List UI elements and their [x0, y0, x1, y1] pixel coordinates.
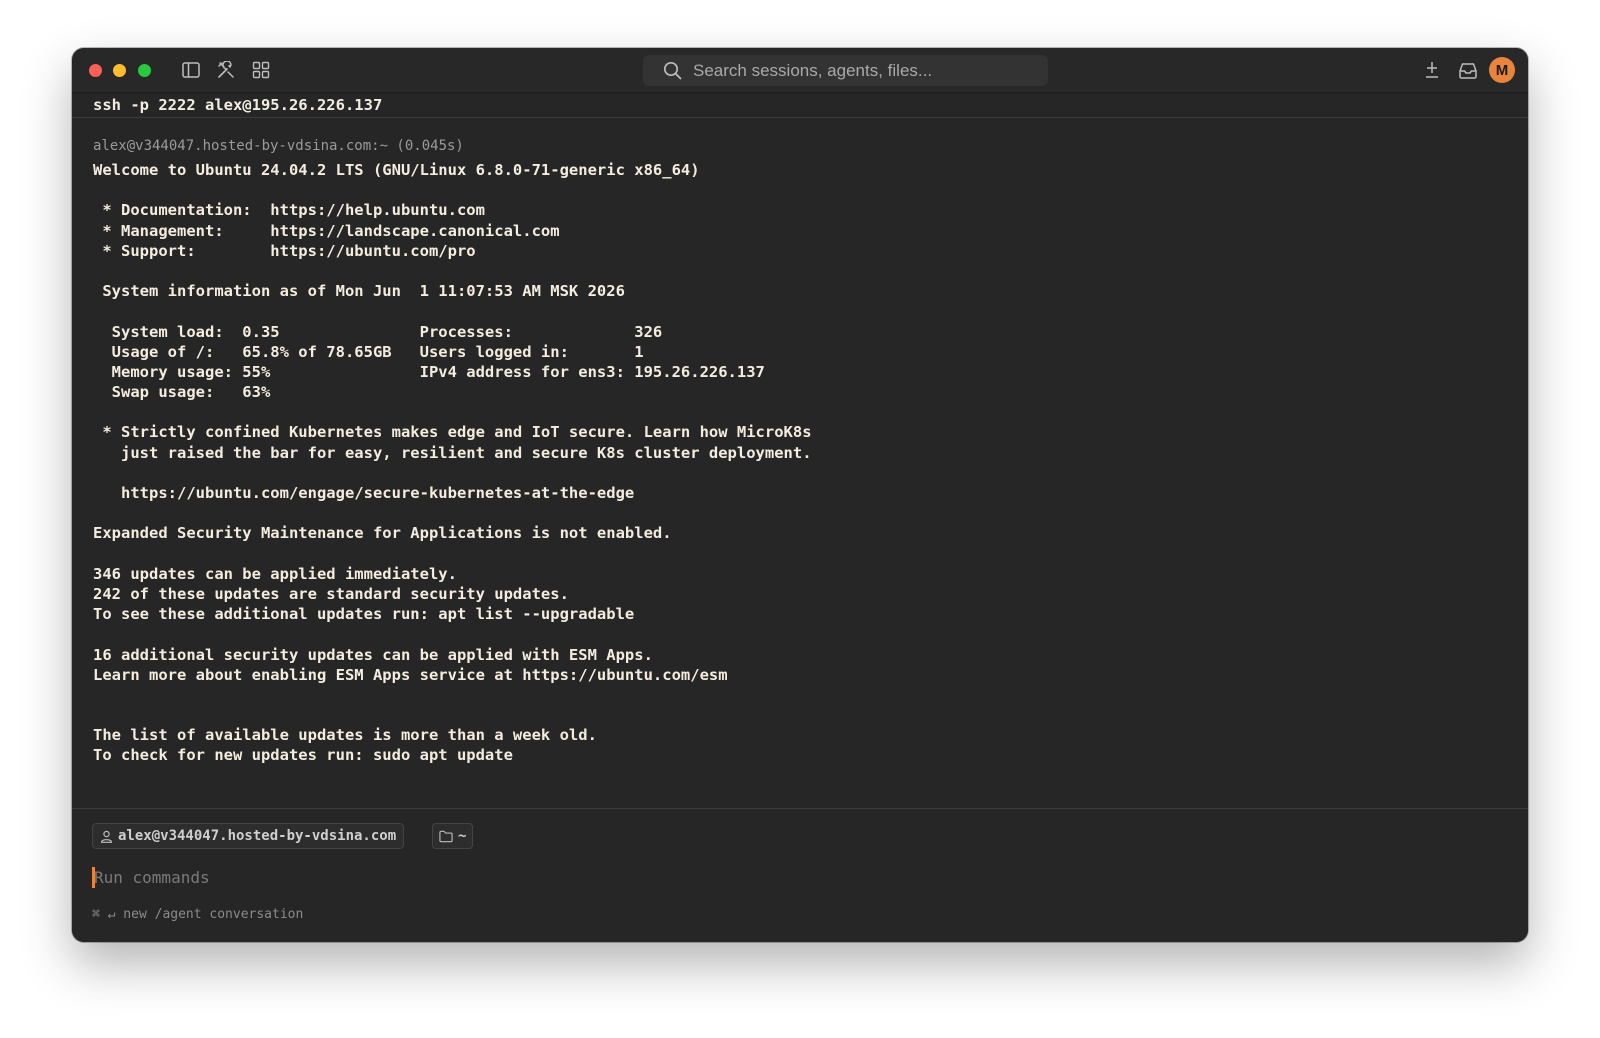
- inbox-icon[interactable]: [1458, 60, 1478, 80]
- sidebar-toggle-icon[interactable]: [181, 60, 201, 80]
- user-avatar[interactable]: M: [1489, 57, 1515, 83]
- terminal-line: https://ubuntu.com/engage/secure-kuberne…: [93, 484, 635, 502]
- remote-user-chip[interactable]: alex@v344047.hosted-by-vdsina.com: [92, 823, 405, 849]
- command-output: Welcome to Ubuntu 24.04.2 LTS (GNU/Linux…: [93, 160, 1508, 766]
- terminal-line: 242 of these updates are standard securi…: [93, 584, 569, 603]
- terminal-line: * Management: https://landscape.canonica…: [93, 221, 560, 240]
- directory-chip[interactable]: ~: [432, 823, 474, 849]
- maximize-window-button[interactable]: [138, 64, 151, 77]
- terminal-line: The list of available updates is more th…: [93, 726, 597, 745]
- terminal-line: Expanded Security Maintenance for Applic…: [93, 524, 672, 543]
- terminal-window: Search sessions, agents, files... M ssh …: [72, 48, 1528, 942]
- terminal-line: Swap usage: 63%: [93, 383, 271, 402]
- terminal-line: System load: 0.35 Processes: 326: [93, 322, 663, 341]
- title-bar: Search sessions, agents, files... M: [72, 48, 1528, 93]
- grid-icon[interactable]: [251, 60, 271, 80]
- search-bar[interactable]: Search sessions, agents, files...: [643, 55, 1048, 86]
- session-command-header: ssh -p 2222 alex@195.26.226.137: [72, 93, 1528, 118]
- terminal-line: To see these additional updates run: apt…: [93, 605, 635, 624]
- download-icon[interactable]: [1422, 60, 1442, 80]
- folder-icon: [439, 829, 453, 843]
- terminal-line: 346 updates can be applied immediately.: [93, 564, 457, 583]
- terminal-line: Usage of /: 65.8% of 78.65GB Users logge…: [93, 342, 644, 361]
- terminal-line: * Support: https://ubuntu.com/pro: [93, 241, 476, 260]
- command-input-panel: alex@v344047.hosted-by-vdsina.com ~ ⌘ ↵ …: [72, 808, 1528, 942]
- terminal-line: * Strictly confined Kubernetes makes edg…: [93, 423, 812, 442]
- terminal-line: Learn more about enabling ESM Apps servi…: [93, 665, 728, 684]
- terminal-line: Memory usage: 55% IPv4 address for ens3:…: [93, 362, 765, 381]
- prompt-meta: alex@v344047.hosted-by-vdsina.com:~ (0.0…: [93, 138, 464, 154]
- terminal-line: Welcome to Ubuntu 24.04.2 LTS (GNU/Linux…: [93, 161, 700, 179]
- command-input-row[interactable]: [92, 866, 992, 888]
- terminal-line: just raised the bar for easy, resilient …: [93, 443, 812, 462]
- user-icon: [99, 829, 113, 843]
- search-placeholder: Search sessions, agents, files...: [693, 60, 933, 80]
- search-icon: [662, 61, 682, 81]
- terminal-output-area: alex@v344047.hosted-by-vdsina.com:~ (0.0…: [93, 137, 1508, 766]
- tools-icon[interactable]: [216, 60, 236, 80]
- shortcut-hint: ⌘ ↵ new /agent conversation: [92, 907, 304, 922]
- directory-label: ~: [458, 828, 467, 844]
- terminal-line: * Documentation: https://help.ubuntu.com: [93, 201, 485, 220]
- close-window-button[interactable]: [89, 64, 102, 77]
- remote-user-label: alex@v344047.hosted-by-vdsina.com: [118, 828, 397, 844]
- terminal-line: System information as of Mon Jun 1 11:07…: [93, 282, 625, 301]
- minimize-window-button[interactable]: [113, 64, 126, 77]
- terminal-line: 16 additional security updates can be ap…: [93, 645, 653, 664]
- command-input[interactable]: [94, 867, 974, 887]
- terminal-line: To check for new updates run: sudo apt u…: [93, 746, 513, 765]
